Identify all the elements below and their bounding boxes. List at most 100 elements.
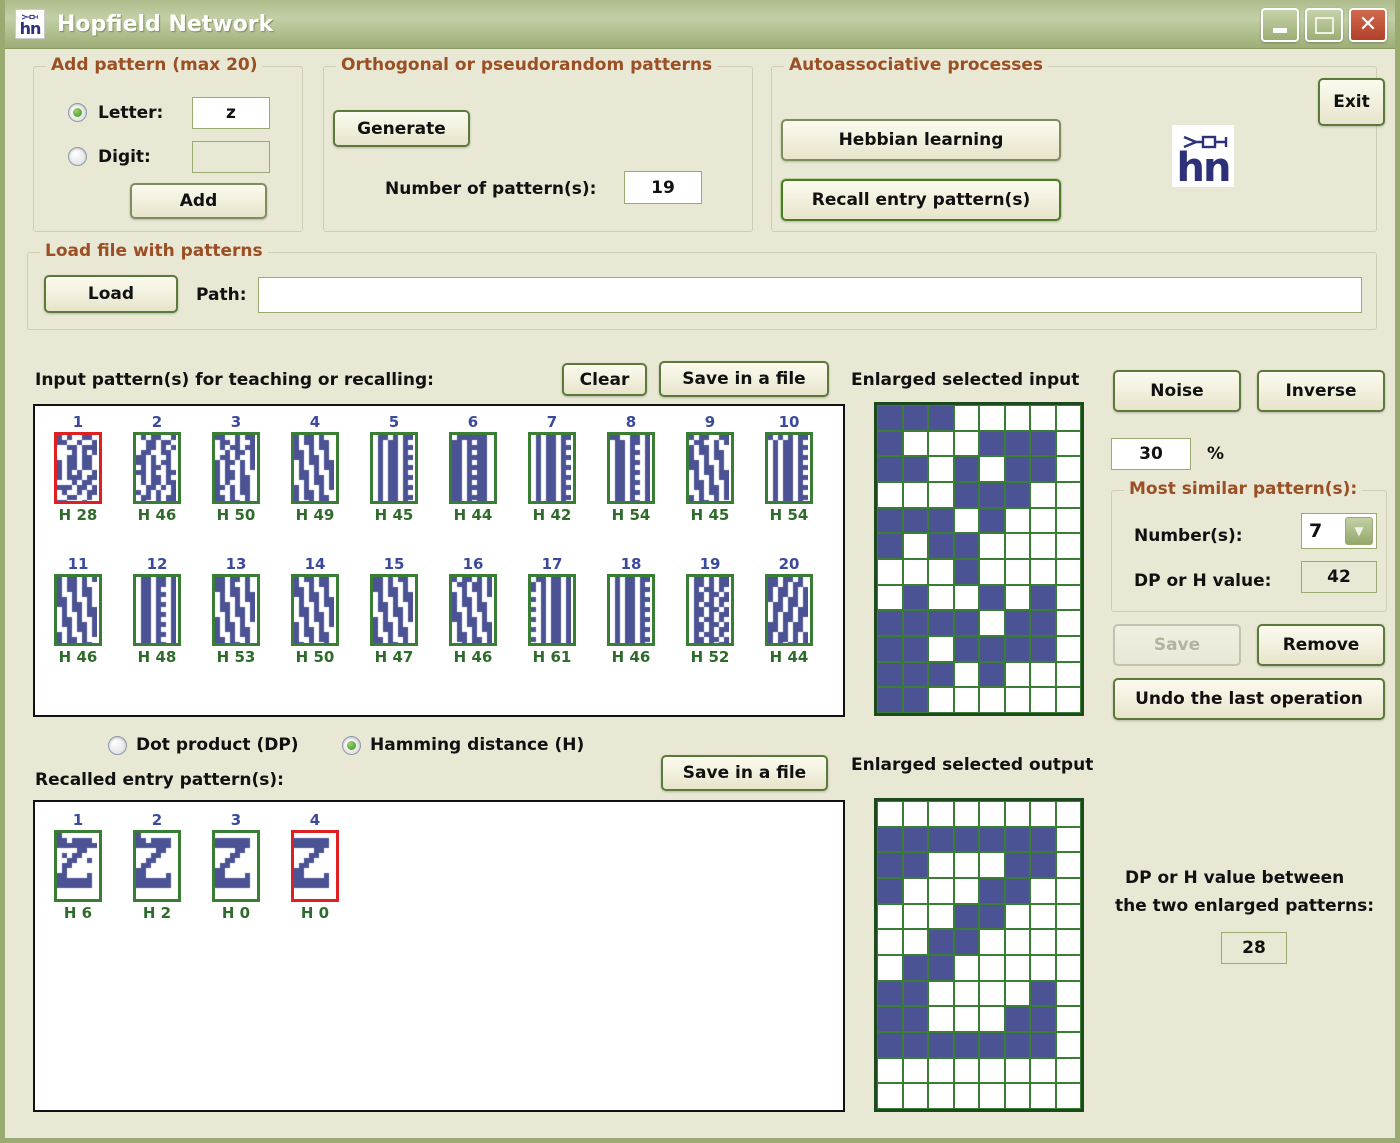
grid-cell[interactable] xyxy=(953,1057,979,1084)
grid-cell[interactable] xyxy=(979,1083,1005,1109)
grid-cell[interactable] xyxy=(902,826,928,853)
pattern-bitmap[interactable] xyxy=(370,574,418,646)
grid-cell[interactable] xyxy=(1004,1006,1030,1032)
grid-cell[interactable] xyxy=(953,405,979,431)
pattern-thumbnail[interactable]: 1 H 6 xyxy=(43,812,113,922)
pattern-bitmap[interactable] xyxy=(607,432,655,504)
pattern-thumbnail[interactable]: 5 H 45 xyxy=(359,414,429,524)
save-recalled-in-a-file-button[interactable]: Save in a file xyxy=(661,755,828,791)
grid-cell[interactable] xyxy=(1055,1083,1081,1109)
clear-button[interactable]: Clear xyxy=(562,363,647,396)
grid-cell[interactable] xyxy=(1004,801,1030,827)
pattern-thumbnail[interactable]: 14 H 50 xyxy=(280,556,350,666)
grid-cell[interactable] xyxy=(953,481,979,508)
pattern-bitmap[interactable] xyxy=(54,830,102,902)
grid-cell[interactable] xyxy=(953,954,979,981)
grid-cell[interactable] xyxy=(902,1031,928,1058)
grid-cell[interactable] xyxy=(953,826,979,853)
grid-cell[interactable] xyxy=(902,1083,928,1109)
grid-cell[interactable] xyxy=(877,1057,903,1084)
grid-cell[interactable] xyxy=(877,929,903,955)
grid-cell[interactable] xyxy=(902,405,928,431)
grid-cell[interactable] xyxy=(1004,635,1030,662)
grid-cell[interactable] xyxy=(953,1083,979,1109)
grid-cell[interactable] xyxy=(1004,826,1030,853)
grid-cell[interactable] xyxy=(979,1057,1005,1084)
pattern-thumbnail[interactable]: 8 H 54 xyxy=(596,414,666,524)
grid-cell[interactable] xyxy=(928,687,954,713)
pattern-bitmap[interactable] xyxy=(528,432,576,504)
number-of-patterns-input[interactable]: 19 xyxy=(624,171,702,204)
pattern-thumbnail[interactable]: 17 H 61 xyxy=(517,556,587,666)
grid-cell[interactable] xyxy=(979,929,1005,955)
grid-cell[interactable] xyxy=(928,430,954,457)
grid-cell[interactable] xyxy=(979,1031,1005,1058)
save-input-in-a-file-button[interactable]: Save in a file xyxy=(659,361,829,397)
pattern-bitmap[interactable] xyxy=(449,574,497,646)
grid-cell[interactable] xyxy=(1030,980,1056,1007)
grid-cell[interactable] xyxy=(928,1031,954,1058)
grid-cell[interactable] xyxy=(1030,661,1056,688)
radio-hamming-distance[interactable] xyxy=(342,736,361,755)
grid-cell[interactable] xyxy=(1055,610,1081,636)
grid-cell[interactable] xyxy=(902,507,928,534)
grid-cell[interactable] xyxy=(902,980,928,1007)
grid-cell[interactable] xyxy=(902,610,928,636)
grid-cell[interactable] xyxy=(877,558,903,585)
chevron-down-icon[interactable]: ▼ xyxy=(1345,517,1373,545)
pattern-thumbnail[interactable]: 13 H 53 xyxy=(201,556,271,666)
grid-cell[interactable] xyxy=(1030,852,1056,878)
grid-cell[interactable] xyxy=(979,980,1005,1007)
grid-cell[interactable] xyxy=(877,533,903,559)
grid-cell[interactable] xyxy=(1004,405,1030,431)
grid-cell[interactable] xyxy=(902,877,928,904)
grid-cell[interactable] xyxy=(928,852,954,878)
pattern-thumbnail[interactable]: 2 H 2 xyxy=(122,812,192,922)
grid-cell[interactable] xyxy=(1004,954,1030,981)
grid-cell[interactable] xyxy=(928,929,954,955)
letter-input[interactable]: z xyxy=(192,97,270,129)
grid-cell[interactable] xyxy=(1030,903,1056,930)
pattern-thumbnail[interactable]: 9 H 45 xyxy=(675,414,745,524)
pattern-thumbnail[interactable]: 15 H 47 xyxy=(359,556,429,666)
pattern-bitmap[interactable] xyxy=(133,432,181,504)
grid-cell[interactable] xyxy=(953,903,979,930)
grid-cell[interactable] xyxy=(1030,826,1056,853)
pattern-bitmap[interactable] xyxy=(528,574,576,646)
grid-cell[interactable] xyxy=(928,584,954,611)
radio-dot-product[interactable] xyxy=(108,736,127,755)
pattern-bitmap[interactable] xyxy=(212,830,260,902)
grid-cell[interactable] xyxy=(953,635,979,662)
grid-cell[interactable] xyxy=(979,1006,1005,1032)
pattern-thumbnail[interactable]: 11 H 46 xyxy=(43,556,113,666)
grid-cell[interactable] xyxy=(1030,558,1056,585)
grid-cell[interactable] xyxy=(979,481,1005,508)
pattern-bitmap[interactable] xyxy=(212,574,260,646)
grid-cell[interactable] xyxy=(1055,635,1081,662)
grid-cell[interactable] xyxy=(1030,1057,1056,1084)
grid-cell[interactable] xyxy=(877,1031,903,1058)
exit-button[interactable]: Exit xyxy=(1318,78,1385,126)
grid-cell[interactable] xyxy=(1004,610,1030,636)
grid-cell[interactable] xyxy=(902,533,928,559)
grid-cell[interactable] xyxy=(953,661,979,688)
grid-cell[interactable] xyxy=(928,507,954,534)
pattern-thumbnail[interactable]: 2 H 46 xyxy=(122,414,192,524)
grid-cell[interactable] xyxy=(877,954,903,981)
grid-cell[interactable] xyxy=(953,687,979,713)
grid-cell[interactable] xyxy=(928,801,954,827)
grid-cell[interactable] xyxy=(928,1006,954,1032)
grid-cell[interactable] xyxy=(877,584,903,611)
grid-cell[interactable] xyxy=(877,1083,903,1109)
grid-cell[interactable] xyxy=(1030,954,1056,981)
grid-cell[interactable] xyxy=(1055,481,1081,508)
pattern-bitmap[interactable] xyxy=(686,432,734,504)
hebbian-learning-button[interactable]: Hebbian learning xyxy=(781,119,1061,161)
load-button[interactable]: Load xyxy=(44,275,178,313)
pattern-bitmap[interactable] xyxy=(291,574,339,646)
grid-cell[interactable] xyxy=(877,635,903,662)
grid-cell[interactable] xyxy=(928,877,954,904)
pattern-thumbnail[interactable]: 19 H 52 xyxy=(675,556,745,666)
grid-cell[interactable] xyxy=(1055,929,1081,955)
pattern-thumbnail[interactable]: 3 H 50 xyxy=(201,414,271,524)
